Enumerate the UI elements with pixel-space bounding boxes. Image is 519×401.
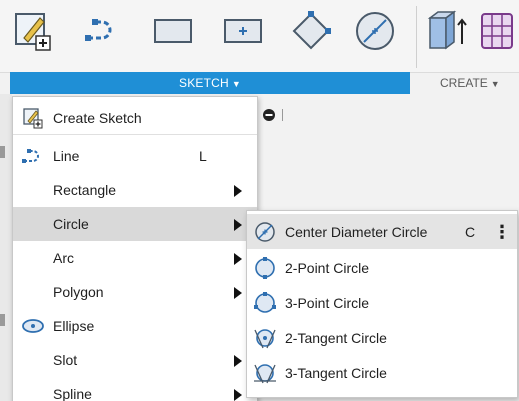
extrude-icon[interactable]	[424, 8, 470, 54]
divider	[282, 109, 283, 121]
submenu-item-center-diameter-circle[interactable]: Center Diameter Circle C ⋮	[247, 214, 517, 249]
menu-item-label: Circle	[53, 216, 89, 232]
menu-item-create-sketch[interactable]: Create Sketch	[13, 101, 257, 135]
menu-item-label: Rectangle	[53, 182, 117, 198]
create-more-icon[interactable]	[476, 8, 519, 54]
polygon-icon[interactable]	[288, 8, 334, 54]
2-tangent-circle-icon	[253, 326, 277, 350]
2-point-circle-icon	[253, 256, 277, 280]
canvas-marker	[0, 146, 5, 158]
menu-item-arc[interactable]: Arc	[13, 241, 257, 275]
stop-icon	[263, 109, 275, 121]
line-icon	[21, 145, 45, 167]
center-diameter-circle-icon	[253, 220, 277, 244]
menu-item-label: Spline	[53, 386, 92, 401]
menu-item-label: Line	[53, 148, 80, 164]
shortcut-label: L	[199, 148, 207, 164]
more-options-icon[interactable]: ⋮	[493, 223, 511, 241]
submenu-item-3-point-circle[interactable]: 3-Point Circle	[247, 285, 517, 320]
3-point-circle-icon	[253, 291, 277, 315]
menu-item-spline[interactable]: Spline	[13, 377, 257, 401]
tab-sketch-caret-icon: ▼	[231, 79, 241, 89]
submenu-arrow-icon	[234, 219, 242, 231]
sketch-dropdown-menu: Create Sketch Line L Rectangle Circle Ar…	[12, 96, 258, 401]
create-sketch-icon	[21, 107, 45, 129]
center-rectangle-icon[interactable]	[220, 8, 266, 54]
submenu-item-3-tangent-circle[interactable]: 3-Tangent Circle	[247, 355, 517, 390]
menu-item-label: Polygon	[53, 284, 104, 300]
submenu-item-label: 3-Tangent Circle	[285, 364, 387, 381]
menu-item-label: Arc	[53, 250, 74, 266]
background-tool	[262, 108, 283, 122]
menu-item-polygon[interactable]: Polygon	[13, 275, 257, 309]
submenu-arrow-icon	[234, 185, 242, 197]
menu-item-rectangle[interactable]: Rectangle	[13, 173, 257, 207]
submenu-item-label: 2-Point Circle	[285, 259, 370, 276]
tab-sketch[interactable]: SKETCH ▼	[10, 72, 410, 94]
submenu-item-label: 2-Tangent Circle	[285, 329, 387, 346]
circle-submenu: Center Diameter Circle C ⋮ 2-Point Circl…	[246, 210, 518, 398]
canvas-marker	[0, 314, 5, 326]
toolbar	[0, 0, 519, 72]
line-icon[interactable]	[80, 8, 126, 54]
submenu-item-label: 3-Point Circle	[285, 294, 370, 311]
tab-sketch-label: SKETCH	[179, 76, 229, 90]
submenu-arrow-icon	[234, 389, 242, 401]
3-tangent-circle-icon	[253, 361, 277, 385]
tab-create[interactable]: CREATE ▼	[440, 72, 519, 94]
menu-item-circle[interactable]: Circle	[13, 207, 257, 241]
submenu-item-label: Center Diameter Circle	[285, 223, 428, 240]
shortcut-label: C	[465, 223, 476, 240]
menu-item-slot[interactable]: Slot	[13, 343, 257, 377]
submenu-arrow-icon	[234, 253, 242, 265]
menu-item-ellipse[interactable]: Ellipse	[13, 309, 257, 343]
create-sketch-icon[interactable]	[10, 8, 56, 54]
tab-create-caret-icon: ▼	[490, 79, 500, 89]
submenu-item-2-tangent-circle[interactable]: 2-Tangent Circle	[247, 320, 517, 355]
ellipse-icon	[21, 315, 45, 337]
toolbar-separator	[416, 6, 417, 68]
tab-create-label: CREATE	[440, 76, 488, 90]
submenu-arrow-icon	[234, 355, 242, 367]
menu-item-label: Ellipse	[53, 318, 95, 334]
menu-item-label: Create Sketch	[53, 109, 142, 126]
menu-item-label: Slot	[53, 352, 78, 368]
submenu-item-2-point-circle[interactable]: 2-Point Circle	[247, 250, 517, 285]
menu-item-line[interactable]: Line L	[13, 139, 257, 173]
submenu-arrow-icon	[234, 287, 242, 299]
canvas-edge	[0, 94, 12, 401]
rectangle-icon[interactable]	[150, 8, 196, 54]
circle-icon[interactable]	[352, 8, 398, 54]
